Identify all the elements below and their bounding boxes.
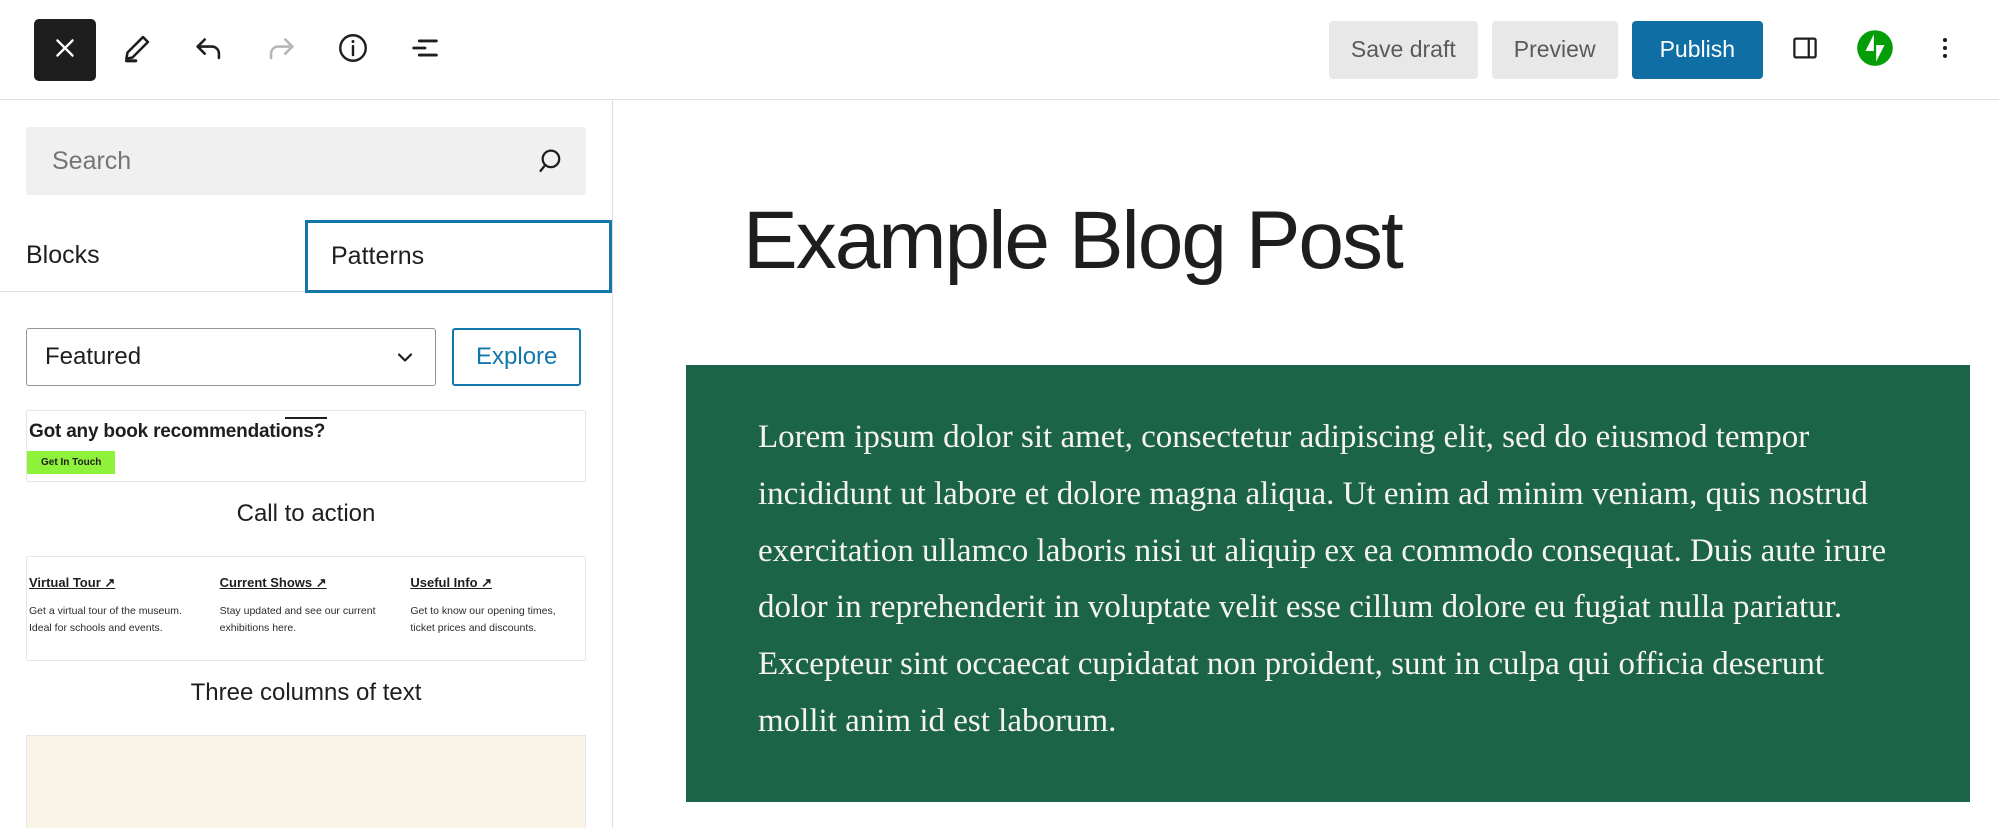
tab-patterns[interactable]: Patterns <box>305 220 612 293</box>
editor-top-bar: Save draft Preview Publish <box>0 0 1999 100</box>
cover-block-paragraph[interactable]: Lorem ipsum dolor sit amet, consectetur … <box>758 409 1898 750</box>
undo-button[interactable] <box>178 19 240 81</box>
pattern-caption: Three columns of text <box>190 679 422 706</box>
list-view-icon <box>408 31 442 68</box>
explore-patterns-button[interactable]: Explore <box>452 328 582 386</box>
publish-button[interactable]: Publish <box>1631 20 1763 79</box>
search-input[interactable] <box>26 127 586 195</box>
pattern-item-call-to-action[interactable]: Got any book recommendations? Get In Tou… <box>26 410 586 550</box>
pattern-preview-call-to-action[interactable]: Got any book recommendations? Get In Tou… <box>26 410 586 482</box>
undo-arrow-icon <box>192 31 226 68</box>
column-body: Stay updated and see our current exhibit… <box>219 605 376 635</box>
column-title: Current Shows ↗ <box>219 575 327 590</box>
pattern-category-select[interactable]: Featured <box>26 328 436 386</box>
close-editor-button[interactable] <box>34 18 96 81</box>
save-draft-button[interactable]: Save draft <box>1328 20 1478 79</box>
info-circle-icon <box>336 31 370 68</box>
redo-button[interactable] <box>250 19 312 81</box>
top-bar-right-actions: Save draft Preview Publish <box>1328 20 1999 79</box>
column-body: Get to know our opening times, ticket pr… <box>410 605 556 635</box>
pattern-preview-three-columns[interactable]: Virtual Tour ↗ Get a virtual tour of the… <box>26 556 586 661</box>
pattern-item-three-columns[interactable]: Virtual Tour ↗ Get a virtual tour of the… <box>26 556 586 729</box>
column-body: Get a virtual tour of the museum. Ideal … <box>29 605 182 635</box>
redo-arrow-icon <box>264 31 298 68</box>
jetpack-icon <box>1856 29 1894 70</box>
top-bar-left-tools <box>0 18 456 81</box>
jetpack-button[interactable] <box>1847 22 1903 78</box>
pencil-icon <box>121 32 153 67</box>
pattern-category-row: Featured Explore <box>0 292 612 386</box>
ellipsis-vertical-icon <box>1931 34 1959 65</box>
preview-column: Virtual Tour ↗ Get a virtual tour of the… <box>29 575 202 660</box>
panel-toggle-icon <box>1790 33 1820 66</box>
block-inserter-sidebar: Blocks Patterns Featured Explore Got any… <box>0 100 613 828</box>
column-title: Virtual Tour ↗ <box>29 575 116 590</box>
settings-sidebar-toggle-button[interactable] <box>1777 22 1833 78</box>
pattern-category-value: Featured <box>45 343 142 370</box>
cover-block[interactable]: Lorem ipsum dolor sit amet, consectetur … <box>686 365 1970 802</box>
search-section <box>0 100 612 195</box>
pattern-list: Got any book recommendations? Get In Tou… <box>0 386 612 828</box>
editor-canvas: Example Blog Post Lorem ipsum dolor sit … <box>614 100 1999 828</box>
preview-column: Useful Info ↗ Get to know our opening ti… <box>410 575 583 660</box>
cta-button-preview: Get In Touch <box>27 451 116 474</box>
pattern-caption: Call to action <box>236 500 376 527</box>
divider-rule <box>285 417 327 419</box>
chevron-down-icon <box>393 345 417 369</box>
column-title: Useful Info ↗ <box>410 575 493 590</box>
pattern-preview-beige[interactable] <box>26 735 586 828</box>
more-options-button[interactable] <box>1917 22 1973 78</box>
cta-heading: Got any book recommendations? <box>29 421 326 442</box>
edit-tool-button[interactable] <box>106 19 168 81</box>
list-view-button[interactable] <box>394 19 456 81</box>
preview-column: Current Shows ↗ Stay updated and see our… <box>220 575 393 660</box>
search-field[interactable] <box>26 127 586 195</box>
inserter-tablist: Blocks Patterns <box>0 220 612 293</box>
close-icon <box>52 35 78 64</box>
preview-button[interactable]: Preview <box>1491 20 1618 79</box>
details-button[interactable] <box>322 19 384 81</box>
tab-blocks[interactable]: Blocks <box>0 220 305 291</box>
pattern-item-beige[interactable] <box>26 735 586 828</box>
post-title[interactable]: Example Blog Post <box>614 100 1999 282</box>
